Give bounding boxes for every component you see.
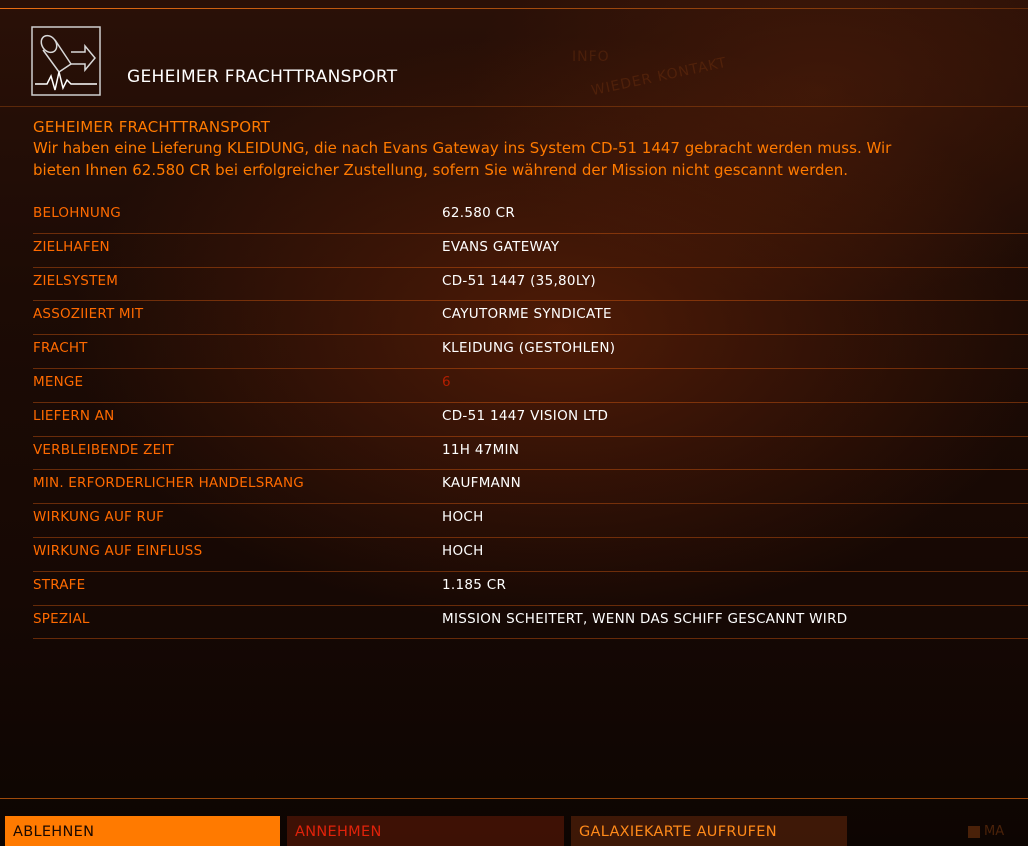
detail-label: ZIELHAFEN: [33, 238, 110, 255]
detail-row-reward: BELOHNUNG 62.580 CR: [33, 200, 1028, 234]
detail-row-faction: ASSOZIIERT MIT CAYUTORME SYNDICATE: [33, 301, 1028, 336]
mission-info: GEHEIMER FRACHTTRANSPORT Wir haben eine …: [33, 118, 1028, 181]
detail-value: CAYUTORME SYNDICATE: [442, 306, 612, 323]
detail-value: 11H 47MIN: [442, 441, 520, 458]
detail-label: FRACHT: [33, 340, 88, 357]
ghost-right-label: MA: [984, 824, 1005, 839]
detail-row-special: SPEZIAL MISSION SCHEITERT, WENN DAS SCHI…: [33, 606, 1028, 640]
detail-row-reputation-effect: WIRKUNG AUF RUF HOCH: [33, 504, 1028, 538]
detail-row-penalty: STRAFE 1.185 CR: [33, 572, 1028, 606]
mission-details-table: BELOHNUNG 62.580 CR ZIELHAFEN EVANS GATE…: [33, 200, 1028, 640]
detail-value: CD-51 1447 VISION LTD: [442, 407, 609, 424]
accept-button[interactable]: ANNEHMEN: [287, 816, 564, 846]
detail-row-trade-rank: MIN. ERFORDERLICHER HANDELSRANG KAUFMANN: [33, 470, 1028, 505]
mission-heading: GEHEIMER FRACHTTRANSPORT: [33, 118, 271, 136]
footer-divider: [0, 798, 1028, 799]
detail-row-quantity: MENGE 6: [33, 369, 1028, 403]
detail-value: KLEIDUNG (GESTOHLEN): [442, 340, 616, 357]
detail-label: WIRKUNG AUF RUF: [33, 509, 165, 526]
mission-description-line2: bieten Ihnen 62.580 CR bei erfolgreicher…: [33, 161, 849, 179]
detail-label: LIEFERN AN: [33, 407, 115, 424]
detail-row-deliver-to: LIEFERN AN CD-51 1447 VISION LTD: [33, 403, 1028, 437]
detail-value: CD-51 1447 (35,80LY): [442, 272, 596, 289]
header: INFO WIEDER KONTAKT GEHEIMER FRACHTTRANS…: [0, 9, 1028, 109]
cargo-scanner-icon: [31, 26, 101, 96]
detail-label: MIN. ERFORDERLICHER HANDELSRANG: [33, 475, 304, 492]
detail-row-destination-port: ZIELHAFEN EVANS GATEWAY: [33, 234, 1028, 268]
decline-button[interactable]: ABLEHNEN: [5, 816, 280, 846]
detail-label: MENGE: [33, 373, 84, 390]
detail-value: KAUFMANN: [442, 475, 521, 492]
galaxy-map-button[interactable]: GALAXIEKARTE AUFRUFEN: [571, 816, 847, 846]
page-title: GEHEIMER FRACHTTRANSPORT: [127, 67, 398, 87]
detail-label: WIRKUNG AUF EINFLUSS: [33, 542, 203, 559]
detail-row-time-remaining: VERBLEIBENDE ZEIT 11H 47MIN: [33, 437, 1028, 471]
detail-value: HOCH: [442, 509, 484, 526]
detail-label: ASSOZIIERT MIT: [33, 306, 144, 323]
detail-label: SPEZIAL: [33, 610, 90, 627]
detail-label: ZIELSYSTEM: [33, 272, 119, 289]
detail-label: STRAFE: [33, 576, 86, 593]
detail-value: 62.580 CR: [442, 205, 516, 221]
detail-value: HOCH: [442, 542, 484, 559]
detail-value: MISSION SCHEITERT, WENN DAS SCHIFF GESCA…: [442, 610, 848, 627]
detail-value: EVANS GATEWAY: [442, 238, 560, 255]
detail-value: 1.185 CR: [442, 576, 507, 593]
detail-label: VERBLEIBENDE ZEIT: [33, 441, 174, 458]
ghost-right-text: MA: [964, 822, 1028, 846]
detail-row-influence-effect: WIRKUNG AUF EINFLUSS HOCH: [33, 538, 1028, 572]
detail-row-cargo: FRACHT KLEIDUNG (GESTOHLEN): [33, 335, 1028, 369]
detail-label: BELOHNUNG: [33, 205, 121, 221]
mission-description-line1: Wir haben eine Lieferung KLEIDUNG, die n…: [33, 139, 892, 157]
detail-value-quantity: 6: [442, 373, 451, 390]
detail-row-destination-system: ZIELSYSTEM CD-51 1447 (35,80LY): [33, 268, 1028, 302]
ghost-contact-text: WIEDER KONTAKT: [589, 54, 729, 100]
header-divider: [0, 106, 1028, 107]
ghost-info-text: INFO: [572, 49, 610, 65]
